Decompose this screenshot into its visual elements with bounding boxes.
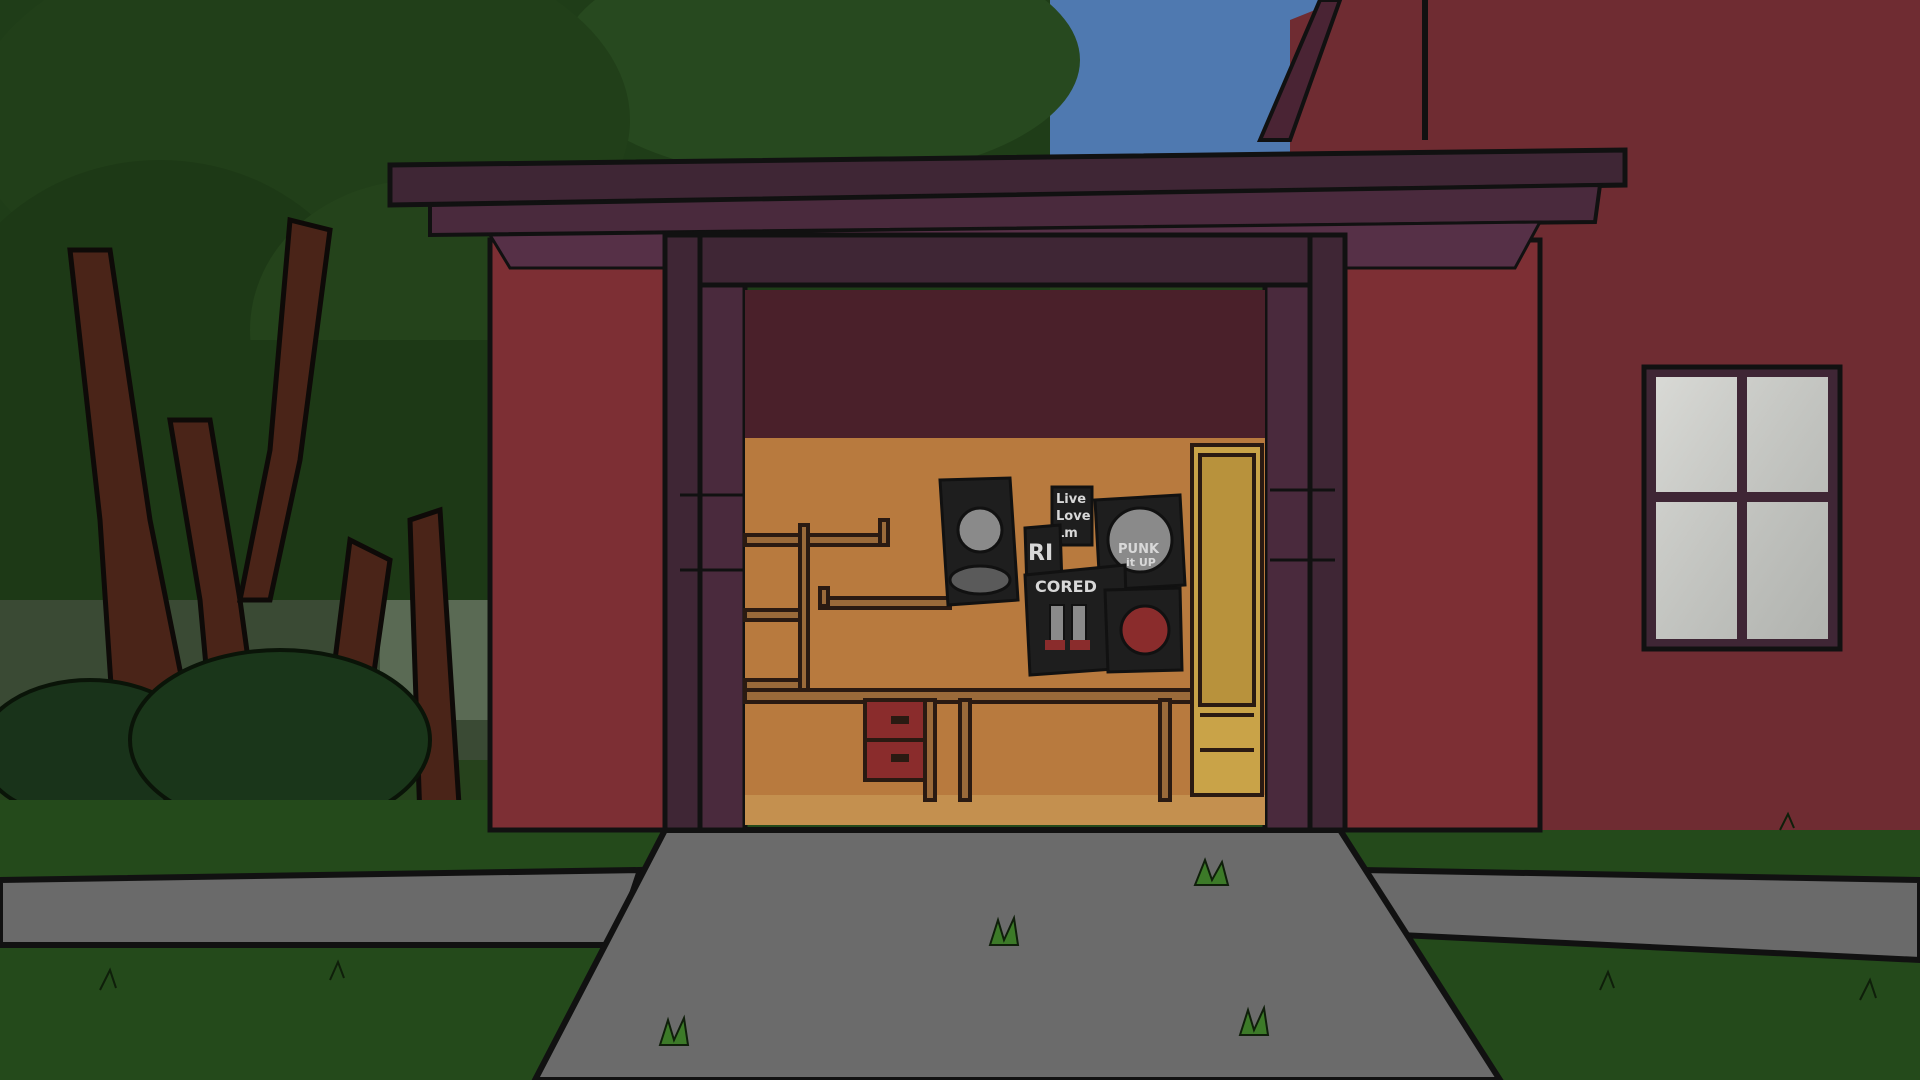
poster-live-text: Live: [1056, 492, 1086, 507]
garage-wall-left: [487, 237, 673, 833]
poster-cored-text: CORED: [1035, 577, 1097, 596]
house-window: [1641, 364, 1843, 652]
garage-wall-right: [1337, 237, 1543, 833]
poster-cat: [938, 476, 1020, 607]
tall-cabinet: [1190, 443, 1264, 797]
poster-ri-text: RI: [1028, 541, 1053, 566]
sidewalk-left: [0, 866, 645, 948]
garage-floor: [745, 795, 1265, 825]
poster-punk-sub-text: it UP: [1126, 556, 1156, 569]
game-scene: Live Love Lm RI PUNK it UP CORED: [0, 0, 1920, 1080]
poster-red-creature: [1103, 586, 1184, 674]
poster-love-text: Love: [1056, 509, 1091, 524]
poster-punk-text: PUNK: [1118, 542, 1160, 557]
